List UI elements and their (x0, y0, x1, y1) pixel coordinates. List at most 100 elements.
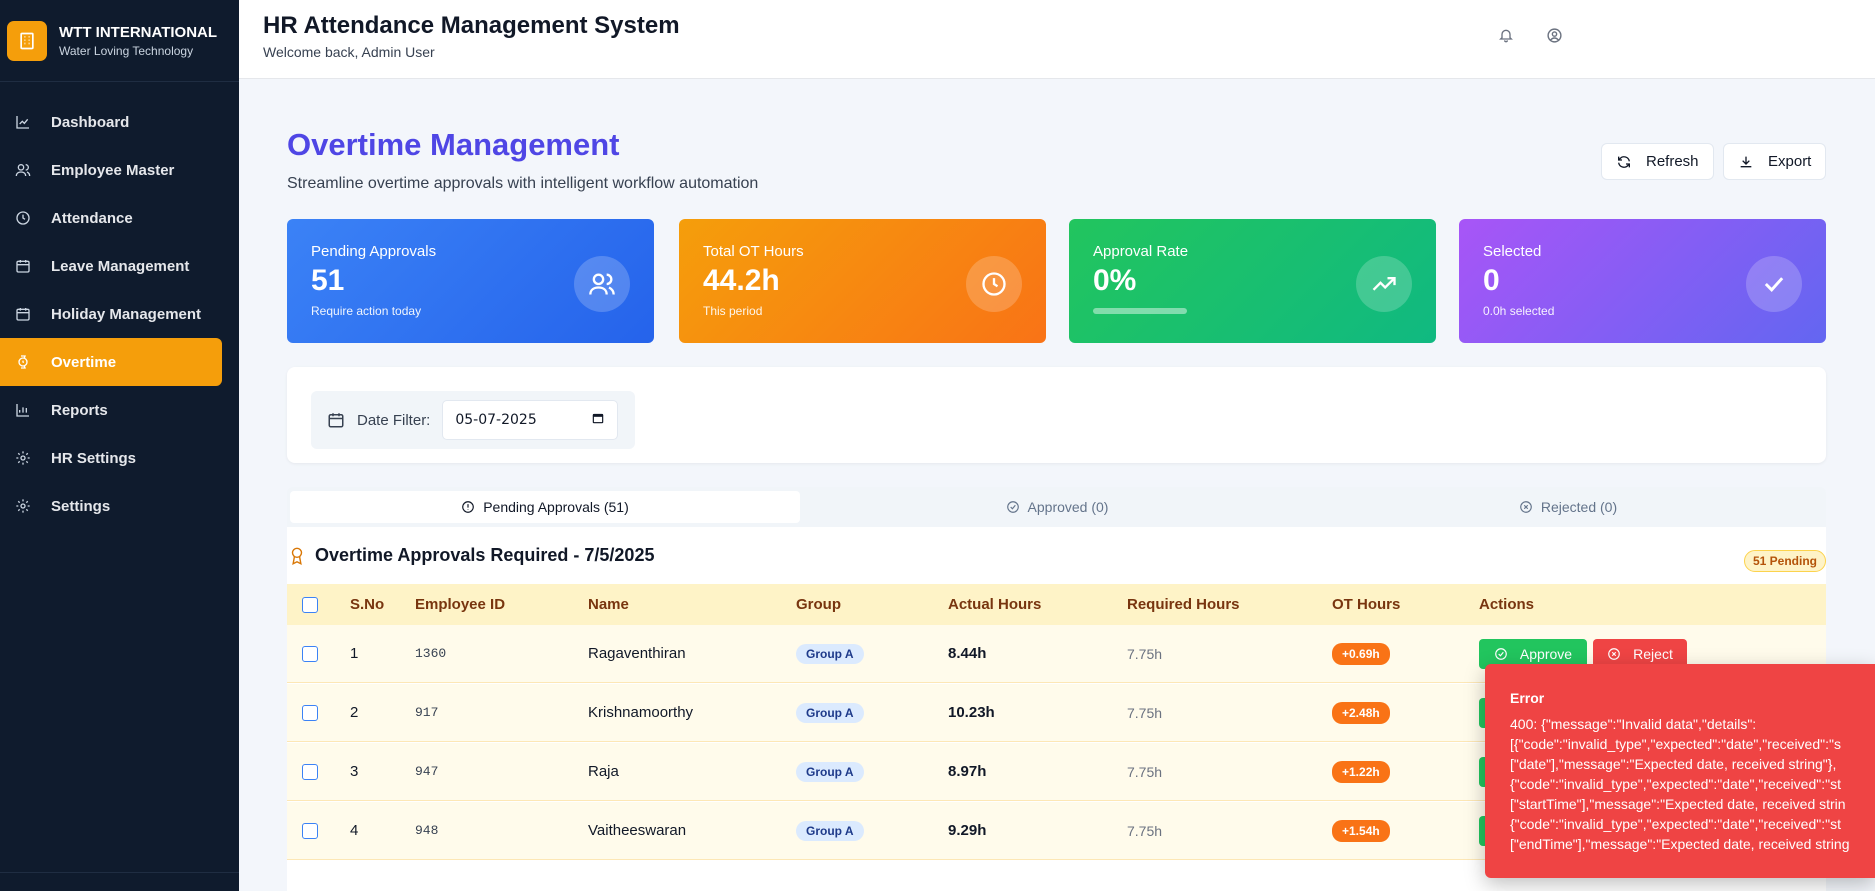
page-subtitle: Streamline overtime approvals with intel… (287, 175, 759, 192)
approval-rate-card: Approval Rate 0% (1069, 219, 1436, 343)
row-checkbox[interactable] (302, 645, 318, 662)
export-button[interactable]: Export (1723, 143, 1827, 180)
date-value: 05-07-2025 (455, 412, 537, 428)
group-badge: Group A (796, 820, 864, 841)
sidebar-item-label: Dashboard (51, 113, 130, 131)
sidebar-item-employee-master[interactable]: Employee Master (0, 146, 222, 194)
cell-name: Raja (588, 763, 619, 780)
chart-line-icon (15, 114, 31, 130)
sidebar-item-attendance[interactable]: Attendance (0, 194, 222, 242)
export-label: Export (1768, 153, 1812, 170)
sidebar-item-dashboard[interactable]: Dashboard (0, 98, 222, 146)
app-title: HR Attendance Management System (263, 12, 680, 39)
user-circle-icon[interactable] (1545, 26, 1563, 44)
calendar-icon (15, 306, 31, 322)
cell-actual-hours: 8.97h (948, 763, 987, 780)
sidebar-item-label: HR Settings (51, 449, 137, 467)
row-checkbox[interactable] (302, 704, 318, 721)
sidebar-item-settings[interactable]: Settings (0, 482, 222, 530)
table-header: S.No Employee ID Name Group Actual Hours… (287, 584, 1826, 625)
cell-actual-hours: 10.23h (948, 704, 995, 721)
download-icon (1738, 154, 1754, 170)
sidebar-item-leave-management[interactable]: Leave Management (0, 242, 222, 290)
sidebar-item-label: Leave Management (51, 257, 190, 275)
cell-name: Krishnamoorthy (588, 704, 694, 721)
filter-card: Date Filter: 05-07-2025 (287, 367, 1826, 463)
building-icon (7, 20, 47, 61)
sidebar-nav: Dashboard Employee Master Attendance Lea… (0, 82, 239, 530)
users-icon (15, 162, 31, 178)
date-filter-label: Date Filter: (357, 411, 431, 429)
tab-rejected[interactable]: Rejected (0) (1313, 491, 1823, 523)
sidebar-item-holiday-management[interactable]: Holiday Management (0, 290, 222, 338)
select-all-checkbox[interactable] (302, 596, 318, 613)
reject-label: Reject (1633, 645, 1673, 662)
col-header-ot-hours: OT Hours (1332, 596, 1401, 613)
ot-hours-badge: +1.54h (1332, 819, 1390, 842)
ot-hours-badge: +2.48h (1332, 701, 1390, 724)
calendar-icon (327, 411, 345, 429)
toast-message-line: [{"code":"invalid_type","expected":"date… (1510, 736, 1841, 752)
cell-sno: 2 (350, 704, 359, 721)
cell-name: Vaitheeswaran (588, 822, 687, 839)
users-icon (574, 256, 630, 312)
card-label: Selected (1483, 243, 1542, 260)
brand: WTT INTERNATIONAL Water Loving Technolog… (0, 0, 239, 82)
brand-name: WTT INTERNATIONAL (59, 23, 218, 41)
card-label: Pending Approvals (311, 243, 437, 260)
refresh-button[interactable]: Refresh (1601, 143, 1714, 180)
watch-icon (15, 354, 31, 370)
cell-actual-hours: 9.29h (948, 822, 987, 839)
error-toast[interactable]: Error 400: {"message":"Invalid data","de… (1485, 664, 1875, 878)
award-icon (289, 547, 305, 565)
calendar-icon (15, 258, 31, 274)
x-circle-icon (1519, 500, 1533, 514)
calendar-picker-icon[interactable] (591, 411, 605, 429)
card-label: Approval Rate (1093, 243, 1189, 260)
col-header-name: Name (588, 596, 629, 613)
check-icon (1746, 256, 1802, 312)
gear-icon (15, 498, 31, 514)
bell-icon[interactable] (1497, 26, 1515, 44)
ot-hours-badge: +1.22h (1332, 760, 1390, 783)
x-circle-icon (1607, 647, 1621, 661)
brand-tagline: Water Loving Technology (59, 43, 194, 58)
row-checkbox[interactable] (302, 822, 318, 839)
date-input[interactable]: 05-07-2025 (442, 400, 619, 440)
toast-message-line: 400: {"message":"Invalid data","details"… (1510, 716, 1757, 732)
tab-label: Approved (0) (1027, 499, 1109, 515)
tab-approved[interactable]: Approved (0) (802, 491, 1312, 523)
row-checkbox[interactable] (302, 763, 318, 780)
cell-sno: 1 (350, 645, 359, 662)
toast-message-line: ["date"],"message":"Expected date, recei… (1510, 756, 1837, 772)
welcome-text: Welcome back, Admin User (263, 44, 435, 60)
sidebar-footer (0, 872, 239, 891)
tab-pending[interactable]: Pending Approvals (51) (290, 491, 800, 523)
cell-name: Ragaventhiran (588, 645, 686, 662)
sidebar-item-overtime[interactable]: Overtime (0, 338, 222, 386)
col-header-actual-hours: Actual Hours (948, 596, 1042, 613)
sidebar: WTT INTERNATIONAL Water Loving Technolog… (0, 0, 239, 891)
refresh-label: Refresh (1646, 153, 1699, 170)
sidebar-item-reports[interactable]: Reports (0, 386, 222, 434)
panel-title: Overtime Approvals Required - 7/5/2025 (289, 545, 654, 566)
cell-sno: 4 (350, 822, 359, 839)
approval-tabs: Pending Approvals (51) Approved (0) Reje… (287, 487, 1826, 527)
sidebar-item-label: Employee Master (51, 161, 175, 179)
cell-employee-id: 1360 (415, 646, 447, 661)
trending-up-icon (1356, 256, 1412, 312)
gear-icon (15, 450, 31, 466)
col-header-actions: Actions (1479, 596, 1535, 613)
cell-required-hours: 7.75h (1127, 763, 1163, 780)
group-badge: Group A (796, 643, 864, 664)
cell-required-hours: 7.75h (1127, 822, 1163, 839)
sidebar-item-hr-settings[interactable]: HR Settings (0, 434, 222, 482)
toast-message-line: ["endTime"],"message":"Expected date, re… (1510, 836, 1850, 852)
page-title: Overtime Management (287, 127, 620, 162)
toast-message-line: {"code":"invalid_type","expected":"date"… (1510, 816, 1841, 832)
bar-chart-icon (15, 402, 31, 418)
clock-icon (966, 256, 1022, 312)
cell-required-hours: 7.75h (1127, 704, 1163, 721)
ot-hours-badge: +0.69h (1332, 642, 1390, 665)
top-header: HR Attendance Management System Welcome … (239, 0, 1875, 79)
